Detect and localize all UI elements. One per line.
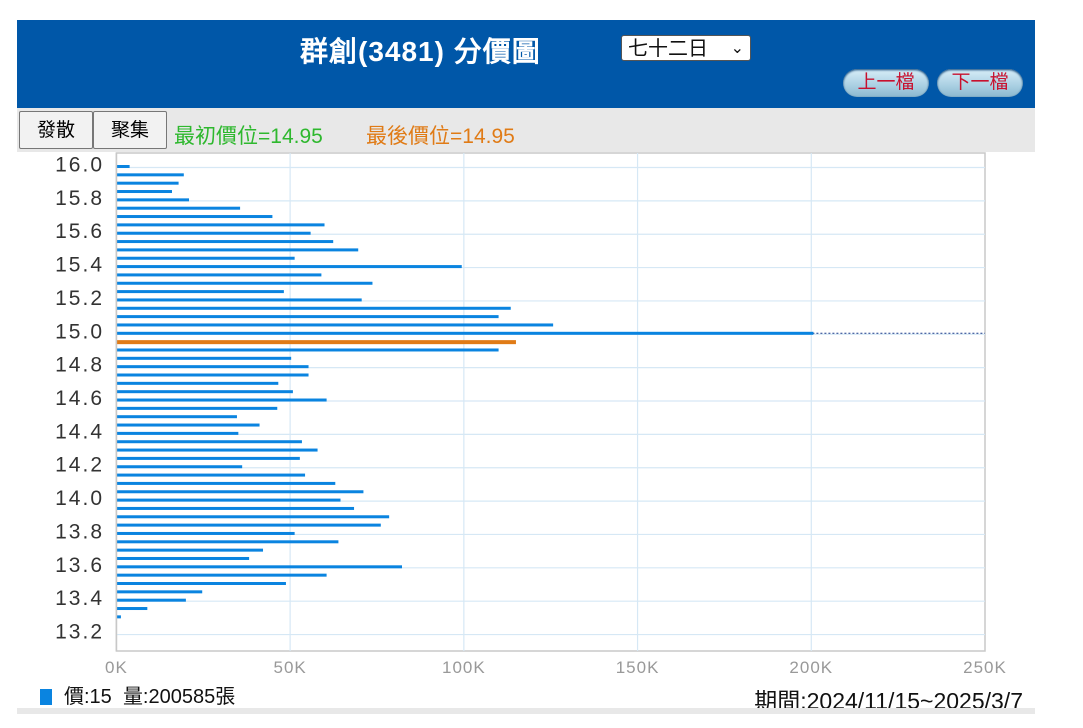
y-tick-label: 13.2 — [55, 621, 104, 644]
volume-bar — [116, 490, 364, 494]
volume-bar — [116, 323, 554, 327]
volume-bar — [116, 398, 327, 402]
volume-bar — [116, 256, 295, 260]
volume-bar — [116, 248, 359, 252]
volume-bar — [116, 607, 148, 611]
volume-bar — [116, 481, 336, 485]
volume-bar — [116, 448, 318, 452]
volume-bar — [116, 215, 273, 219]
x-tick-label: 200K — [789, 658, 833, 677]
x-tick-label: 0K — [105, 658, 128, 677]
x-tick-label: 100K — [442, 658, 486, 677]
volume-bar — [116, 390, 293, 394]
y-tick-label: 15.2 — [55, 287, 104, 310]
legend-swatch — [40, 689, 52, 705]
volume-bar — [116, 315, 499, 319]
volume-bar — [116, 173, 184, 177]
y-tick-label: 14.4 — [55, 420, 104, 443]
volume-bar — [116, 165, 130, 168]
volume-bar — [116, 548, 264, 552]
volume-bar — [116, 365, 309, 369]
volume-bar — [116, 531, 295, 535]
volume-bar — [116, 456, 300, 460]
volume-bar — [116, 406, 278, 410]
volume-bar — [116, 573, 327, 577]
volume-bar — [116, 415, 237, 419]
y-tick-label: 14.8 — [55, 354, 104, 377]
y-tick-label: 14.2 — [55, 454, 104, 477]
y-tick-label: 14.0 — [55, 487, 104, 510]
legend-volume: 量:200585張 — [122, 686, 236, 708]
volume-bar — [116, 440, 302, 444]
volume-bar — [116, 381, 279, 385]
volume-bar — [116, 231, 311, 235]
highlight-bar — [116, 340, 516, 345]
volume-bar — [116, 373, 309, 377]
volume-bar — [116, 281, 373, 285]
y-tick-label: 13.4 — [55, 587, 104, 610]
volume-bar — [116, 356, 292, 360]
volume-bar — [116, 181, 179, 185]
footer-band — [17, 708, 1035, 714]
volume-bar — [116, 506, 355, 510]
y-tick-label: 15.6 — [55, 220, 104, 243]
x-tick-label: 250K — [963, 658, 1007, 677]
y-tick-label: 14.6 — [55, 387, 104, 410]
volume-bar — [116, 431, 239, 435]
y-tick-label: 15.8 — [55, 187, 104, 210]
volume-bar — [116, 198, 190, 202]
volume-bar — [116, 423, 260, 427]
volume-bar — [116, 515, 390, 519]
volume-bar — [116, 290, 284, 294]
legend-price: 價:15 — [64, 686, 112, 708]
x-tick-label: 150K — [616, 658, 660, 677]
volume-bar — [116, 265, 462, 269]
volume-bar — [116, 206, 241, 210]
volume-bar — [116, 273, 322, 277]
y-tick-label: 13.8 — [55, 520, 104, 543]
y-tick-label: 15.4 — [55, 254, 104, 277]
volume-bar — [116, 473, 306, 477]
volume-bar — [116, 556, 250, 560]
volume-bar — [116, 498, 341, 502]
volume-bar — [116, 223, 325, 227]
legend: 價:15 量:200585張 — [40, 680, 235, 709]
volume-bar — [116, 465, 243, 469]
volume-bar — [116, 306, 511, 310]
volume-bar — [116, 598, 186, 602]
volume-bar — [116, 582, 286, 585]
y-tick-label: 16.0 — [55, 154, 104, 177]
volume-bar — [116, 298, 362, 302]
volume-bar — [116, 590, 203, 594]
volume-bar — [116, 565, 402, 569]
volume-bar — [116, 540, 339, 544]
volume-bar — [116, 331, 814, 335]
y-tick-label: 13.6 — [55, 554, 104, 577]
volume-bar — [116, 190, 172, 194]
volume-bar — [116, 523, 381, 527]
price-volume-chart: 0K 50K 100K 150K 200K 250K 16.0 15.8 15.6 15.4 15.… — [55, 152, 1007, 677]
y-tick-label: 15.0 — [55, 320, 104, 343]
volume-bar — [116, 240, 334, 244]
volume-bar — [116, 348, 499, 352]
x-tick-label: 50K — [273, 658, 306, 677]
